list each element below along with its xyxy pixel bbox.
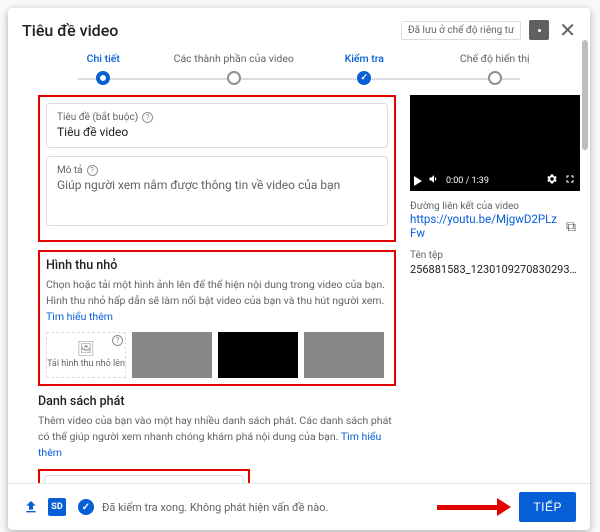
feedback-icon[interactable] bbox=[529, 20, 549, 40]
thumbnail-option-3[interactable] bbox=[304, 332, 384, 378]
close-icon[interactable]: ✕ bbox=[559, 20, 576, 40]
playlist-desc: Thêm video của bạn vào một hay nhiều dan… bbox=[38, 413, 396, 460]
left-column: Tiêu đề (bắt buộc) ? Tiêu đề video Mô tả… bbox=[38, 95, 396, 483]
upload-status-icon bbox=[22, 498, 40, 516]
filename-label: Tên tệp bbox=[410, 250, 580, 261]
video-link[interactable]: https://youtu.be/MjgwD2PLzFw bbox=[410, 212, 560, 240]
step-label: Các thành phần của video bbox=[174, 52, 294, 65]
stepper: Chi tiết Các thành phần của video Kiểm t… bbox=[8, 48, 590, 95]
upload-thumbnail-button[interactable]: ? 🖼 Tải hình thu nhỏ lên bbox=[46, 332, 126, 378]
copy-icon[interactable]: ⧉ bbox=[566, 219, 580, 233]
playlist-title: Danh sách phát bbox=[38, 394, 396, 409]
highlight-thumbnail: Hình thu nhỏ Chọn hoặc tải một hình ảnh … bbox=[38, 250, 396, 386]
step-label: Chế độ hiển thị bbox=[460, 52, 530, 65]
volume-icon[interactable] bbox=[428, 173, 440, 188]
content-area: Tiêu đề (bắt buộc) ? Tiêu đề video Mô tả… bbox=[8, 95, 590, 483]
play-icon[interactable] bbox=[414, 176, 422, 186]
desc-placeholder: Giúp người xem nắm được thông tin về vid… bbox=[57, 178, 377, 192]
save-status-chip: Đã lưu ở chế độ riêng tư bbox=[401, 21, 521, 40]
fullscreen-icon[interactable] bbox=[564, 173, 576, 188]
highlight-title-desc: Tiêu đề (bắt buộc) ? Tiêu đề video Mô tả… bbox=[38, 95, 396, 242]
footer-status-text: Đã kiểm tra xong. Không phát hiện vấn đề… bbox=[102, 501, 328, 514]
upload-modal: Tiêu đề video Đã lưu ở chế độ riêng tư ✕… bbox=[8, 8, 590, 530]
next-button[interactable]: TIẾP bbox=[519, 492, 576, 522]
upload-label: Tải hình thu nhỏ lên bbox=[47, 359, 125, 369]
filename-value: 256881583_1230109270830293_6309... bbox=[410, 263, 580, 276]
modal-footer: SD ✓ Đã kiểm tra xong. Không phát hiện v… bbox=[8, 483, 590, 530]
add-image-icon: 🖼 bbox=[77, 341, 95, 357]
step-details[interactable]: Chi tiết bbox=[38, 52, 169, 85]
player-time: 0:00 / 1:39 bbox=[446, 176, 489, 186]
playlist-select[interactable]: Chọn ▾ bbox=[44, 475, 244, 484]
player-controls: 0:00 / 1:39 bbox=[410, 170, 580, 191]
help-icon[interactable]: ? bbox=[87, 165, 98, 176]
learn-more-link[interactable]: Tìm hiểu thêm bbox=[46, 310, 113, 323]
thumbnail-title: Hình thu nhỏ bbox=[46, 258, 388, 273]
help-icon[interactable]: ? bbox=[112, 335, 123, 346]
step-checks[interactable]: Kiểm tra bbox=[299, 52, 430, 85]
step-visibility[interactable]: Chế độ hiển thị bbox=[430, 52, 561, 85]
title-field[interactable]: Tiêu đề (bắt buộc) ? Tiêu đề video bbox=[46, 103, 388, 148]
highlight-playlist-select: Chọn ▾ bbox=[38, 469, 250, 484]
modal-title: Tiêu đề video bbox=[22, 21, 401, 40]
step-label: Chi tiết bbox=[87, 52, 120, 65]
step-label: Kiểm tra bbox=[345, 52, 384, 65]
video-preview[interactable]: 0:00 / 1:39 bbox=[410, 95, 580, 191]
thumbnail-option-2[interactable] bbox=[218, 332, 298, 378]
right-column: 0:00 / 1:39 Đường liên kết của video htt… bbox=[410, 95, 580, 483]
modal-header: Tiêu đề video Đã lưu ở chế độ riêng tư ✕ bbox=[8, 8, 590, 48]
settings-gear-icon[interactable] bbox=[546, 173, 558, 188]
check-complete-icon: ✓ bbox=[78, 499, 94, 515]
thumbnail-desc: Chọn hoặc tải một hình ảnh lên để thể hi… bbox=[46, 277, 388, 324]
annotation-arrow bbox=[437, 498, 511, 516]
thumbnails-row: ? 🖼 Tải hình thu nhỏ lên bbox=[46, 332, 388, 378]
video-link-label: Đường liên kết của video bbox=[410, 201, 580, 212]
step-elements[interactable]: Các thành phần của video bbox=[169, 52, 300, 85]
thumbnail-option-1[interactable] bbox=[132, 332, 212, 378]
title-value: Tiêu đề video bbox=[57, 125, 377, 139]
title-label: Tiêu đề (bắt buộc) bbox=[57, 112, 138, 123]
sd-badge-icon: SD bbox=[48, 498, 66, 516]
playlist-section: Danh sách phát Thêm video của bạn vào mộ… bbox=[38, 394, 396, 483]
description-field[interactable]: Mô tả ? Giúp người xem nắm được thông ti… bbox=[46, 156, 388, 226]
desc-label: Mô tả bbox=[57, 165, 83, 176]
help-icon[interactable]: ? bbox=[142, 112, 153, 123]
